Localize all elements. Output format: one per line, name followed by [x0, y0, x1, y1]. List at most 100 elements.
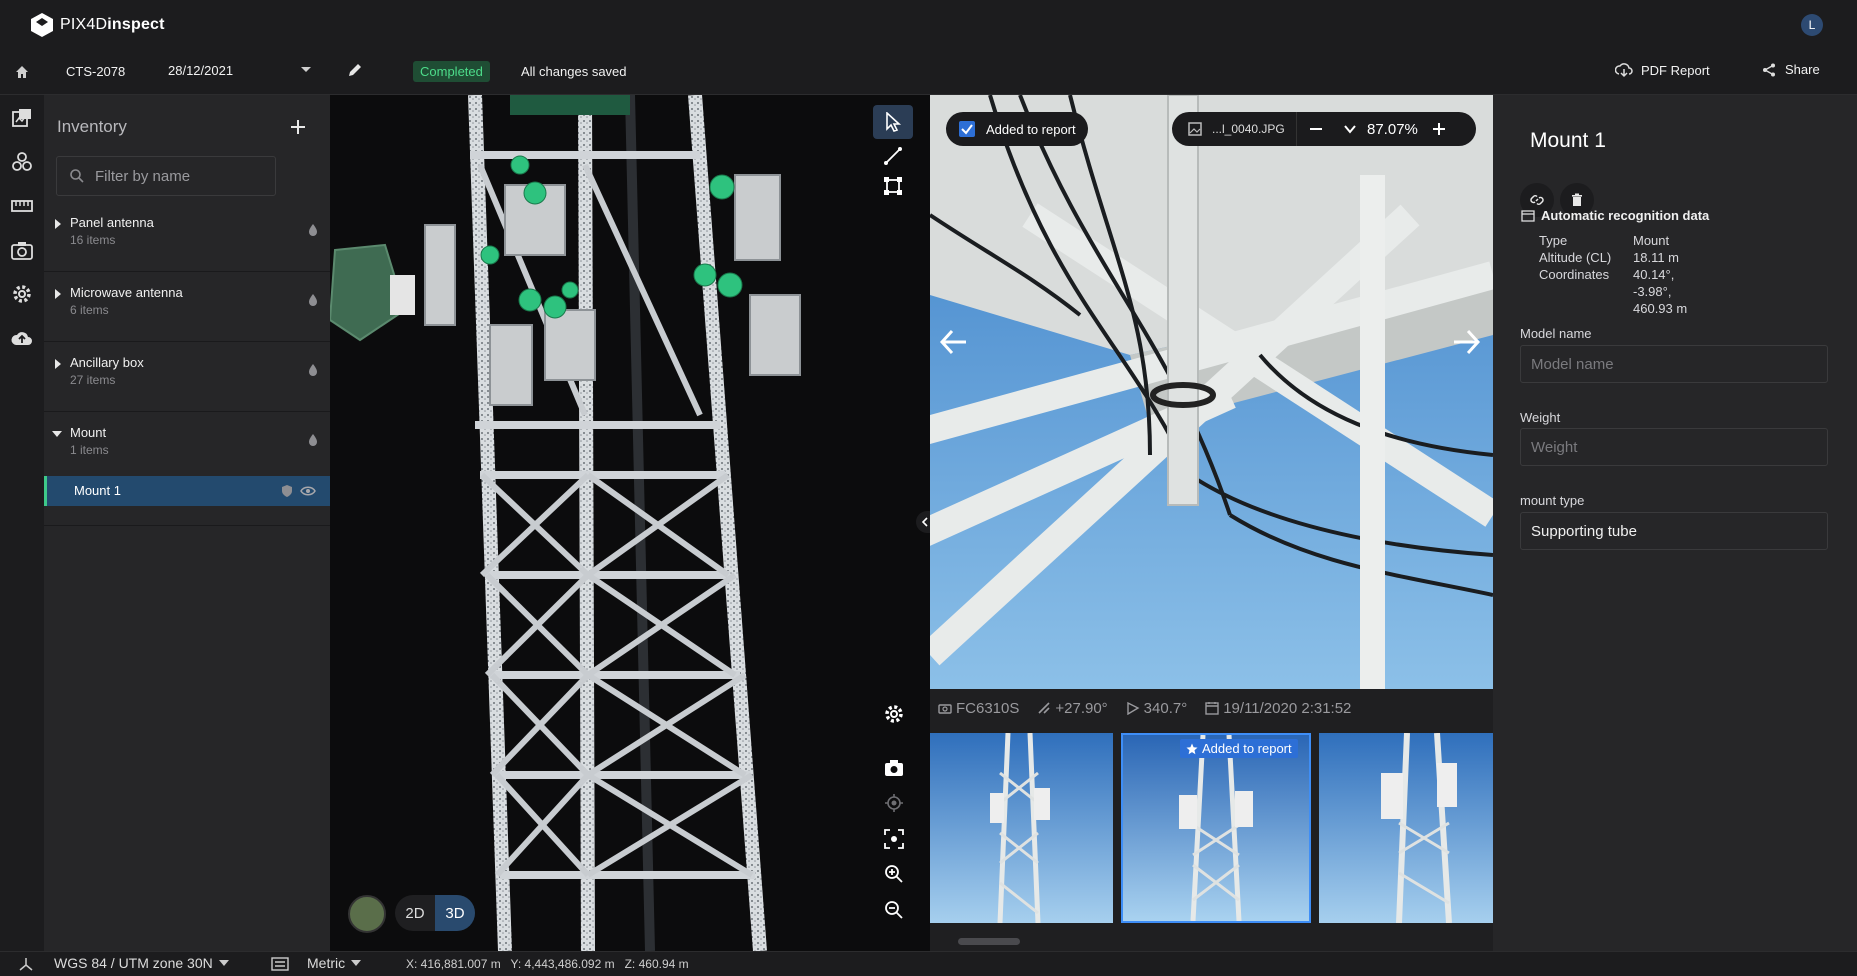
details-panel: Mount 1 Automatic recognition data Type …	[1493, 95, 1857, 951]
brand-suffix: inspect	[107, 16, 165, 33]
view-settings-icon[interactable]	[883, 703, 905, 725]
zoom-chevron-icon[interactable]	[1343, 122, 1357, 136]
category-ancillary-box[interactable]: Ancillary box 27 items	[44, 341, 330, 412]
camera-small-icon	[938, 704, 952, 714]
edit-icon[interactable]	[347, 62, 363, 78]
reports-icon[interactable]	[9, 105, 35, 131]
caret-right-icon	[55, 219, 61, 229]
zoom-in-icon[interactable]	[884, 864, 904, 884]
coordinate-lon: -3.98°,	[1633, 284, 1672, 299]
settings-icon[interactable]	[9, 281, 35, 307]
polyline-tool[interactable]	[873, 139, 913, 173]
category-panel-antenna[interactable]: Panel antenna 16 items	[44, 201, 330, 272]
add-icon[interactable]	[290, 119, 306, 135]
focus-icon[interactable]	[884, 829, 904, 849]
camera-icon[interactable]	[9, 237, 35, 263]
logo-icon	[31, 13, 53, 37]
chevron-down-icon	[351, 960, 362, 966]
zoom-level: 87.07%	[1367, 120, 1418, 138]
inventory-item-mount-1[interactable]: Mount 1	[44, 476, 330, 506]
strip-scrollbar[interactable]	[958, 938, 1020, 945]
area-tool-icon	[884, 177, 902, 195]
category-count: 16 items	[70, 233, 116, 247]
photo-thumbnail[interactable]	[1319, 733, 1493, 923]
save-state: All changes saved	[521, 64, 627, 79]
cursor-icon	[886, 112, 902, 132]
calendar-icon	[1205, 702, 1219, 715]
project-date[interactable]: 28/12/2021	[168, 63, 233, 78]
zoom-plus-icon[interactable]	[1432, 122, 1446, 136]
photo-thumbnail[interactable]	[930, 733, 1113, 923]
category-count: 27 items	[70, 373, 116, 387]
cloud-upload-icon[interactable]	[9, 325, 35, 351]
date-dropdown-icon[interactable]	[300, 66, 312, 74]
search-icon	[70, 169, 84, 183]
polygon-tool[interactable]	[873, 169, 913, 203]
share-button[interactable]: Share	[1762, 62, 1820, 77]
filter-placeholder: Filter by name	[95, 167, 191, 185]
photo-viewer[interactable]	[930, 95, 1493, 689]
category-name: Microwave antenna	[70, 285, 183, 300]
filter-input[interactable]: Filter by name	[56, 156, 276, 196]
visibility-drop-icon	[309, 364, 317, 376]
coordinate-alt: 460.93 m	[1633, 301, 1688, 316]
ruler-icon[interactable]	[9, 193, 35, 219]
next-photo-icon[interactable]	[1452, 327, 1482, 357]
photo-thumbnail-selected[interactable]	[1121, 733, 1311, 923]
pdf-report-button[interactable]: PDF Report	[1615, 62, 1710, 78]
heading-icon	[1126, 701, 1140, 715]
category-microwave-antenna[interactable]: Microwave antenna 6 items	[44, 271, 330, 342]
inventory-icon[interactable]	[9, 149, 35, 175]
star-icon	[1186, 743, 1198, 754]
image-icon	[1188, 122, 1202, 136]
share-label: Share	[1785, 62, 1820, 77]
category-name: Panel antenna	[70, 215, 154, 230]
altitude-label: Altitude (CL)	[1539, 250, 1612, 265]
prev-photo-icon[interactable]	[938, 327, 968, 357]
top-bar: PIX4Dinspect L	[0, 0, 1857, 50]
project-bar: CTS-2078 28/12/2021 Completed All change…	[0, 50, 1857, 95]
app-logo[interactable]: PIX4Dinspect	[30, 12, 165, 38]
photo-filename: ...l_0040.JPG	[1212, 122, 1285, 136]
zoom-minus-icon[interactable]	[1309, 122, 1323, 136]
cloud-download-icon	[1615, 63, 1633, 78]
photo-controls: ...l_0040.JPG 87.07%	[1172, 112, 1476, 146]
brand-prefix: PIX4D	[60, 16, 108, 33]
snapshot-icon[interactable]	[884, 759, 904, 777]
mode-2d-button[interactable]: 2D	[395, 895, 435, 931]
visibility-drop-icon	[309, 294, 317, 306]
units-icon	[271, 956, 289, 972]
zoom-out-icon[interactable]	[884, 900, 904, 920]
user-avatar[interactable]: L	[1801, 14, 1823, 36]
3d-viewport[interactable]	[330, 95, 930, 951]
checkbox-checked-icon	[959, 121, 975, 137]
category-count: 1 items	[70, 443, 109, 457]
status-badge: Completed	[413, 61, 490, 82]
type-value: Mount	[1633, 233, 1670, 248]
home-icon[interactable]	[14, 64, 30, 80]
basemap-thumbnail[interactable]	[348, 895, 386, 933]
weight-label: Weight	[1520, 410, 1561, 425]
recognition-section-header: Automatic recognition data	[1521, 208, 1709, 223]
caret-right-icon	[55, 359, 61, 369]
photo-metadata: FC6310S +27.90° 340.7° 19/11/2020 2:31:5…	[930, 689, 1493, 727]
mode-3d-button[interactable]: 3D	[435, 895, 475, 931]
units-selector[interactable]: Metric	[307, 955, 362, 971]
added-to-report-toggle[interactable]: Added to report	[946, 112, 1088, 146]
units-value: Metric	[307, 955, 346, 971]
category-count: 6 items	[70, 303, 109, 317]
eye-icon	[300, 486, 316, 496]
link-icon	[1530, 195, 1544, 205]
crs-selector[interactable]: WGS 84 / UTM zone 30N	[54, 955, 229, 971]
cursor-coordinates: X: 416,881.007 m Y: 4,443,486.092 m Z: 4…	[406, 957, 689, 971]
item-label: Mount 1	[74, 483, 121, 498]
category-mount[interactable]: Mount 1 items	[44, 411, 330, 481]
weight-input[interactable]: Weight	[1520, 428, 1828, 466]
mount-type-label: mount type	[1520, 493, 1585, 508]
status-bar: WGS 84 / UTM zone 30N Metric X: 416,881.…	[0, 951, 1857, 976]
mount-type-input[interactable]: Supporting tube	[1520, 512, 1828, 550]
altitude-value: 18.11 m	[1633, 250, 1680, 265]
select-tool[interactable]	[873, 105, 913, 139]
thumb-report-badge: Added to report	[1180, 739, 1298, 758]
model-name-input[interactable]: Model name	[1520, 345, 1828, 383]
